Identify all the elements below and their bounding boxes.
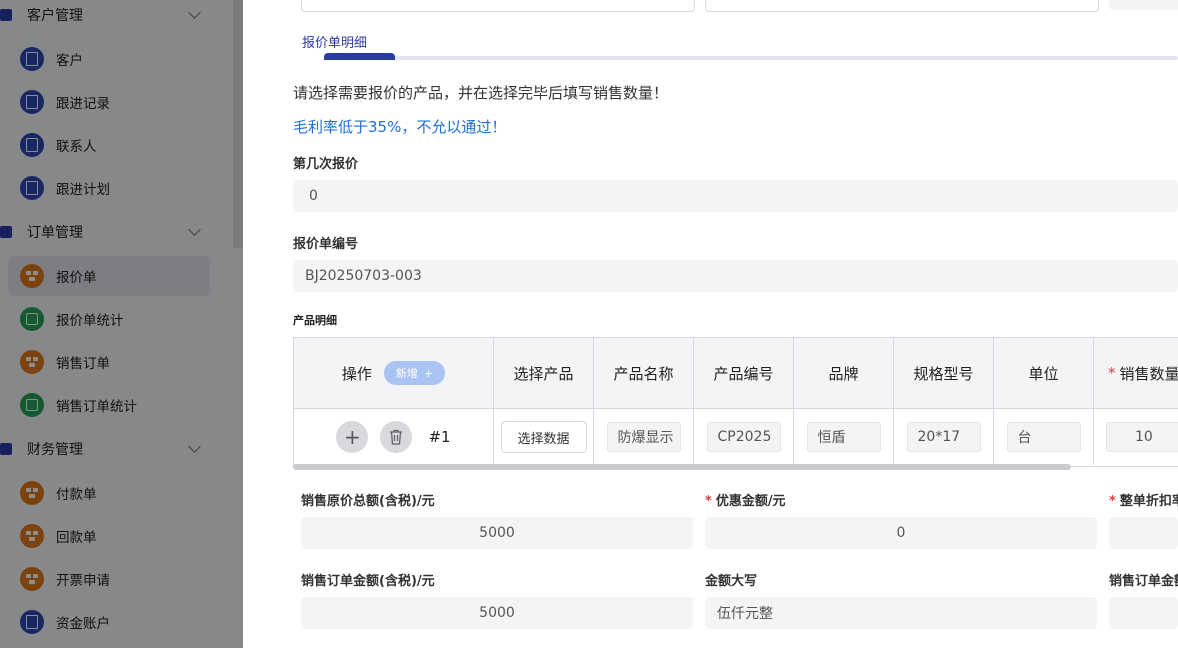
add-row-label: 新增 [395, 367, 418, 380]
tab-active-indicator [324, 53, 395, 60]
product-details-label: 产品明细 [293, 314, 337, 327]
discount-field[interactable]: 0 [705, 517, 1097, 549]
tab-quote-details[interactable]: 报价单明细 [302, 32, 367, 51]
unit-field[interactable]: 台 [1006, 422, 1081, 452]
trash-icon [390, 429, 403, 445]
tab-bar: 报价单明细 [301, 32, 1178, 60]
quote-drawer: 报价单明细 请选择需要报价的产品，并在选择完毕后填写销售数量！ 毛利率低于35%… [243, 0, 1178, 648]
select-product-cell: 选择数据 [494, 409, 594, 465]
discount-label-text: 优惠金额/元 [715, 494, 786, 509]
row-number: #1 [428, 428, 451, 446]
top-field-input[interactable] [301, 0, 695, 12]
select-data-button[interactable]: 选择数据 [500, 421, 587, 453]
row-actions-cell: + #1 [294, 409, 494, 465]
add-row-inline-button[interactable]: + [336, 421, 369, 453]
table-horizontal-scrollbar[interactable] [293, 464, 1071, 470]
table-header: 操作 新增 + 选择产品 产品名称 产品编号 品牌 规格型号 单位 * 销售数量 [294, 338, 1178, 409]
amount-words-field[interactable]: 伍仟元整 [705, 597, 1097, 629]
background-panel-edge [233, 0, 243, 248]
quantity-cell: 10 [1094, 409, 1178, 465]
plus-icon: + [423, 366, 434, 380]
column-header-brand: 品牌 [794, 338, 894, 408]
column-header-product-code: 产品编号 [694, 338, 794, 408]
whole-discount-field[interactable] [1109, 517, 1178, 549]
quote-round-field[interactable]: 0 [293, 180, 1178, 212]
quote-number-value: BJ20250703-003 [305, 268, 422, 284]
brand-cell: 恒盾 [794, 409, 894, 465]
product-table: 操作 新增 + 选择产品 产品名称 产品编号 品牌 规格型号 单位 * 销售数量 … [293, 337, 1178, 467]
spec-cell: 20*17 [894, 409, 994, 465]
select-products-hint: 请选择需要报价的产品，并在选择完毕后填写销售数量！ [293, 84, 669, 102]
required-mark: * [705, 494, 712, 509]
whole-discount-label: *整单折扣率 [1109, 490, 1178, 509]
column-header-label: 操作 [341, 364, 372, 383]
original-total-field[interactable]: 5000 [301, 517, 693, 549]
product-code-cell: CP2025 [694, 409, 794, 465]
tab-track [324, 56, 1178, 60]
add-row-button[interactable]: 新增 + [383, 361, 446, 385]
margin-warning: 毛利率低于35%，不允以通过！ [293, 118, 507, 136]
column-header-actions: 操作 新增 + [294, 338, 494, 408]
quote-round-value: 0 [309, 188, 318, 204]
order-amount-2-field[interactable] [1109, 597, 1178, 629]
required-mark: * [1108, 364, 1116, 382]
product-name-cell: 防爆显示 [594, 409, 694, 465]
product-code-field[interactable]: CP2025 [706, 422, 781, 452]
column-header-product-name: 产品名称 [594, 338, 694, 408]
required-mark: * [1109, 494, 1116, 509]
top-field-input[interactable] [1109, 0, 1178, 10]
order-amount-value: 5000 [479, 605, 515, 621]
modal-overlay[interactable] [0, 0, 243, 648]
quote-round-label: 第几次报价 [293, 157, 359, 172]
top-field-input[interactable] [705, 0, 1099, 12]
delete-row-button[interactable] [380, 421, 413, 453]
product-name-field[interactable]: 防爆显示 [606, 422, 681, 452]
quantity-field[interactable]: 10 [1106, 422, 1178, 452]
spec-field[interactable]: 20*17 [906, 422, 981, 452]
column-header-quantity: * 销售数量 [1094, 338, 1178, 408]
order-amount-field[interactable]: 5000 [301, 597, 693, 629]
whole-discount-label-text: 整单折扣率 [1119, 494, 1178, 509]
column-header-unit: 单位 [994, 338, 1094, 408]
amount-words-label: 金额大写 [705, 574, 758, 589]
column-header-select-product: 选择产品 [494, 338, 594, 408]
discount-label: * 优惠金额/元 [705, 490, 786, 509]
brand-field[interactable]: 恒盾 [806, 422, 881, 452]
order-amount-2-label: 销售订单金额 [1109, 574, 1178, 589]
plus-icon: + [344, 425, 361, 449]
amount-words-value: 伍仟元整 [717, 606, 773, 622]
unit-cell: 台 [994, 409, 1094, 465]
column-header-label: 销售数量 [1119, 364, 1178, 383]
discount-value: 0 [896, 525, 906, 541]
original-total-value: 5000 [479, 525, 515, 541]
original-total-label: 销售原价总额(含税)/元 [301, 494, 435, 509]
column-header-spec: 规格型号 [894, 338, 994, 408]
order-amount-label: 销售订单金额(含税)/元 [301, 574, 435, 589]
quote-number-field[interactable]: BJ20250703-003 [293, 260, 1178, 292]
quote-number-label: 报价单编号 [293, 237, 359, 252]
